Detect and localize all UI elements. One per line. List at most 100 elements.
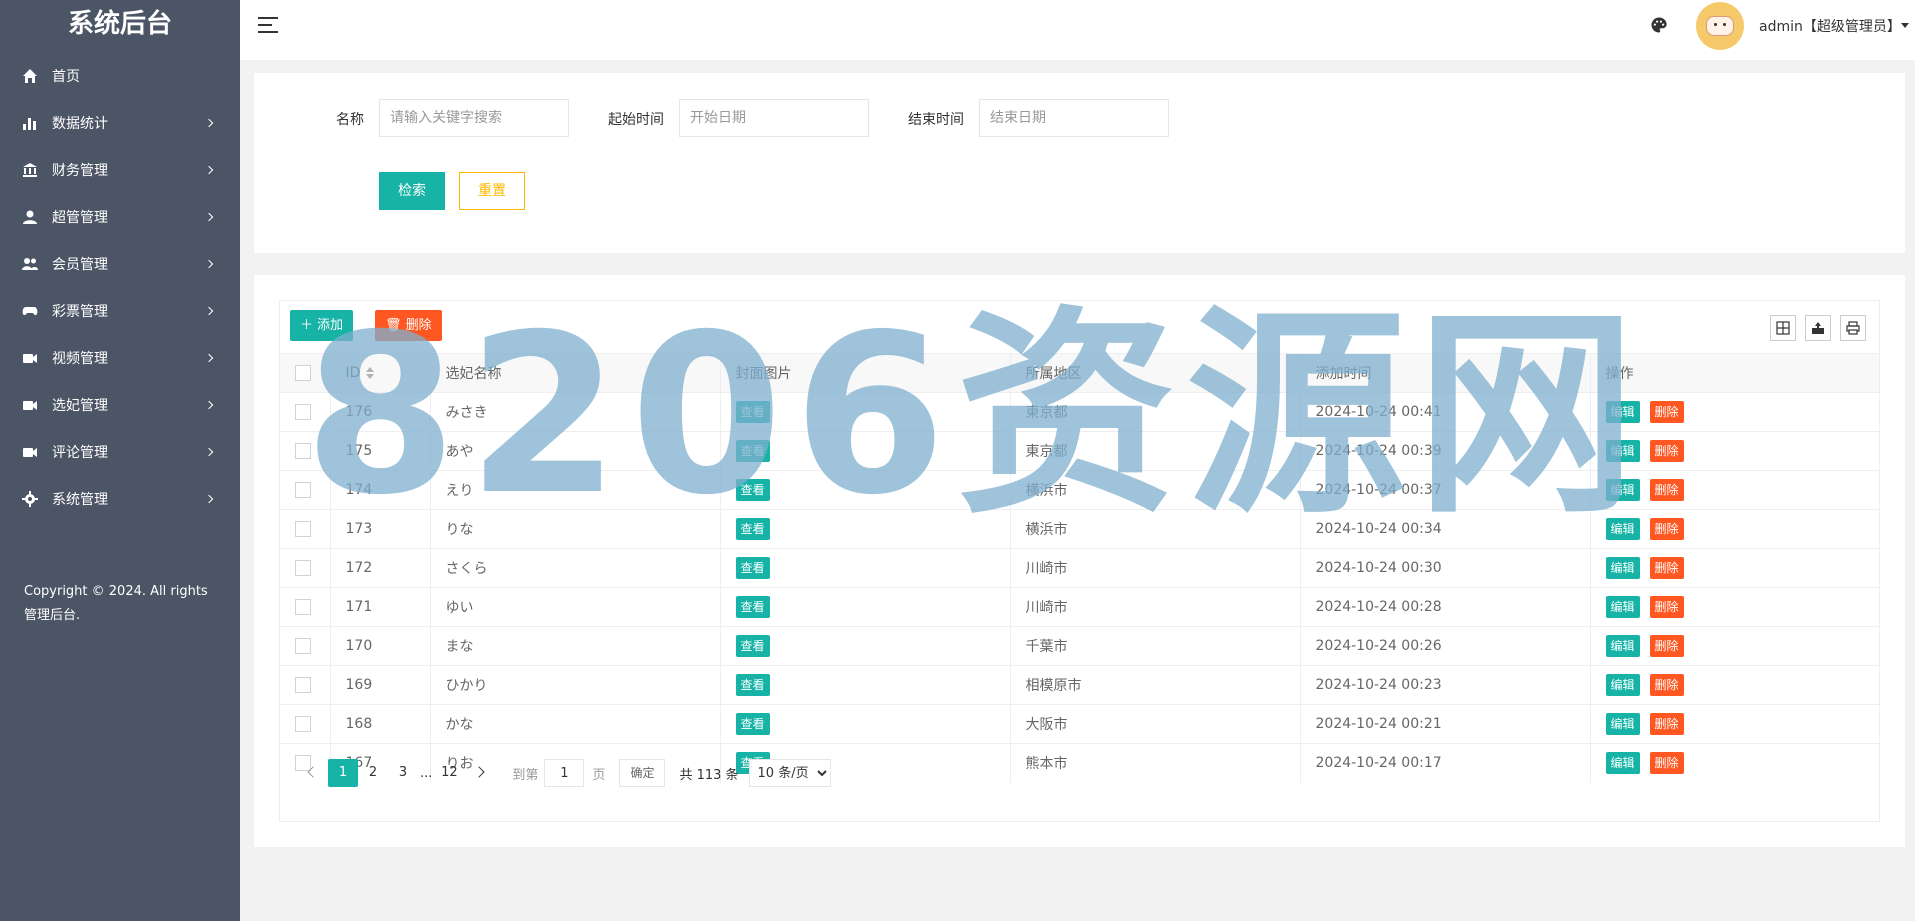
- delete-button-label: 删除: [405, 318, 432, 333]
- goto-confirm-button[interactable]: 确定: [619, 759, 666, 787]
- col-region: 所属地区: [1010, 353, 1301, 393]
- columns-filter-icon[interactable]: [1770, 315, 1796, 341]
- delete-row-button[interactable]: 删除: [1649, 635, 1684, 657]
- delete-row-button[interactable]: 删除: [1649, 518, 1684, 540]
- table-row: 170 まな 查看 千葉市 2024-10-24 00:26 编辑 删除: [280, 626, 1879, 666]
- table-toolbar: ＋ 添加 🗑 删除: [280, 301, 1879, 353]
- delete-row-button[interactable]: 删除: [1649, 674, 1684, 696]
- view-cover-button[interactable]: 查看: [735, 713, 770, 735]
- sidebar-item-4[interactable]: 会员管理: [0, 240, 240, 287]
- prev-page-button[interactable]: [298, 759, 328, 787]
- chevron-down-icon[interactable]: [1901, 23, 1909, 28]
- chevron-right-icon: [204, 212, 214, 221]
- edit-button[interactable]: 编辑: [1605, 713, 1640, 735]
- delete-row-button[interactable]: 删除: [1649, 713, 1684, 735]
- delete-row-button[interactable]: 删除: [1649, 557, 1684, 579]
- row-checkbox[interactable]: [295, 521, 311, 537]
- row-checkbox[interactable]: [295, 716, 311, 732]
- reset-button[interactable]: 重置: [459, 172, 525, 210]
- sidebar-item-0[interactable]: 首页: [0, 52, 240, 99]
- view-cover-button[interactable]: 查看: [735, 557, 770, 579]
- table-header-row: ID 选妃名称 封面图片 所属地区 添加时间 操作: [280, 353, 1879, 393]
- row-checkbox[interactable]: [295, 560, 311, 576]
- sidebar-item-5[interactable]: 彩票管理: [0, 287, 240, 334]
- sidebar-item-7[interactable]: 选妃管理: [0, 381, 240, 428]
- row-time: 2024-10-24 00:23: [1300, 665, 1591, 705]
- sort-icon[interactable]: [366, 367, 375, 379]
- row-region: 東京都: [1010, 392, 1301, 432]
- edit-button[interactable]: 编辑: [1605, 518, 1640, 540]
- gear-icon: [22, 490, 38, 507]
- sidebar-item-3[interactable]: 超管管理: [0, 193, 240, 240]
- edit-button[interactable]: 编辑: [1605, 635, 1640, 657]
- edit-button[interactable]: 编辑: [1605, 557, 1640, 579]
- edit-button[interactable]: 编辑: [1605, 596, 1640, 618]
- page-1[interactable]: 1: [328, 759, 358, 787]
- add-button-label: 添加: [317, 318, 344, 333]
- row-region: 大阪市: [1010, 704, 1301, 744]
- page-3[interactable]: 3: [388, 759, 418, 787]
- add-button[interactable]: ＋ 添加: [290, 310, 354, 341]
- next-page-button[interactable]: [464, 759, 494, 787]
- select-all-checkbox[interactable]: [295, 365, 311, 381]
- end-time-label: 结束时间: [908, 112, 964, 128]
- end-date-input[interactable]: [979, 99, 1169, 137]
- row-checkbox[interactable]: [295, 404, 311, 420]
- sidebar-item-8[interactable]: 评论管理: [0, 428, 240, 475]
- app-title: 系统后台: [67, 9, 172, 39]
- delete-row-button[interactable]: 删除: [1649, 596, 1684, 618]
- row-checkbox[interactable]: [295, 638, 311, 654]
- user-menu[interactable]: admin【超级管理员】: [1759, 16, 1901, 36]
- export-icon[interactable]: [1805, 315, 1831, 341]
- row-checkbox[interactable]: [295, 677, 311, 693]
- print-icon[interactable]: [1840, 315, 1866, 341]
- sidebar-item-label: 选妃管理: [52, 397, 108, 414]
- row-checkbox[interactable]: [295, 599, 311, 615]
- delete-row-button[interactable]: 删除: [1649, 401, 1684, 423]
- row-name: りな: [430, 509, 721, 549]
- page-2[interactable]: 2: [358, 759, 388, 787]
- row-checkbox[interactable]: [295, 443, 311, 459]
- view-cover-button[interactable]: 查看: [735, 440, 770, 462]
- row-time: 2024-10-24 00:41: [1300, 392, 1591, 432]
- avatar[interactable]: [1696, 2, 1744, 50]
- page-last[interactable]: 12: [434, 759, 464, 787]
- row-region: 東京都: [1010, 431, 1301, 471]
- edit-button[interactable]: 编辑: [1605, 401, 1640, 423]
- name-search-input[interactable]: [379, 99, 569, 137]
- delete-row-button[interactable]: 删除: [1649, 440, 1684, 462]
- row-cover: 查看: [720, 626, 1011, 666]
- sidebar-item-6[interactable]: 视频管理: [0, 334, 240, 381]
- row-checkbox[interactable]: [295, 482, 311, 498]
- plus-icon: ＋: [300, 318, 314, 333]
- sidebar-item-9[interactable]: 系统管理: [0, 475, 240, 522]
- edit-button[interactable]: 编辑: [1605, 479, 1640, 501]
- sidebar-item-label: 财务管理: [52, 162, 108, 179]
- row-actions: 编辑 删除: [1590, 470, 1879, 510]
- page-size-select[interactable]: 10 条/页: [748, 759, 831, 787]
- col-id[interactable]: ID: [330, 353, 431, 393]
- view-cover-button[interactable]: 查看: [735, 674, 770, 696]
- edit-button[interactable]: 编辑: [1605, 440, 1640, 462]
- view-cover-button[interactable]: 查看: [735, 479, 770, 501]
- palette-icon[interactable]: [1650, 16, 1668, 34]
- view-cover-button[interactable]: 查看: [735, 401, 770, 423]
- data-table: ID 选妃名称 封面图片 所属地区 添加时间 操作 176 みさき 查看 東京都 202…: [280, 353, 1879, 783]
- row-name: あや: [430, 431, 721, 471]
- menu-toggle-icon[interactable]: [258, 17, 278, 33]
- start-date-input[interactable]: [679, 99, 869, 137]
- table-row: 173 りな 查看 横浜市 2024-10-24 00:34 编辑 删除: [280, 509, 1879, 549]
- sidebar-item-1[interactable]: 数据统计: [0, 99, 240, 146]
- search-button[interactable]: 检索: [379, 172, 445, 210]
- view-cover-button[interactable]: 查看: [735, 596, 770, 618]
- row-time: 2024-10-24 00:39: [1300, 431, 1591, 471]
- row-region: 川崎市: [1010, 548, 1301, 588]
- edit-button[interactable]: 编辑: [1605, 674, 1640, 696]
- goto-page-input[interactable]: [544, 759, 585, 787]
- delete-button[interactable]: 🗑 删除: [375, 310, 442, 341]
- sidebar-item-2[interactable]: 财务管理: [0, 146, 240, 193]
- chevron-right-icon: [204, 353, 214, 362]
- view-cover-button[interactable]: 查看: [735, 635, 770, 657]
- view-cover-button[interactable]: 查看: [735, 518, 770, 540]
- delete-row-button[interactable]: 删除: [1649, 479, 1684, 501]
